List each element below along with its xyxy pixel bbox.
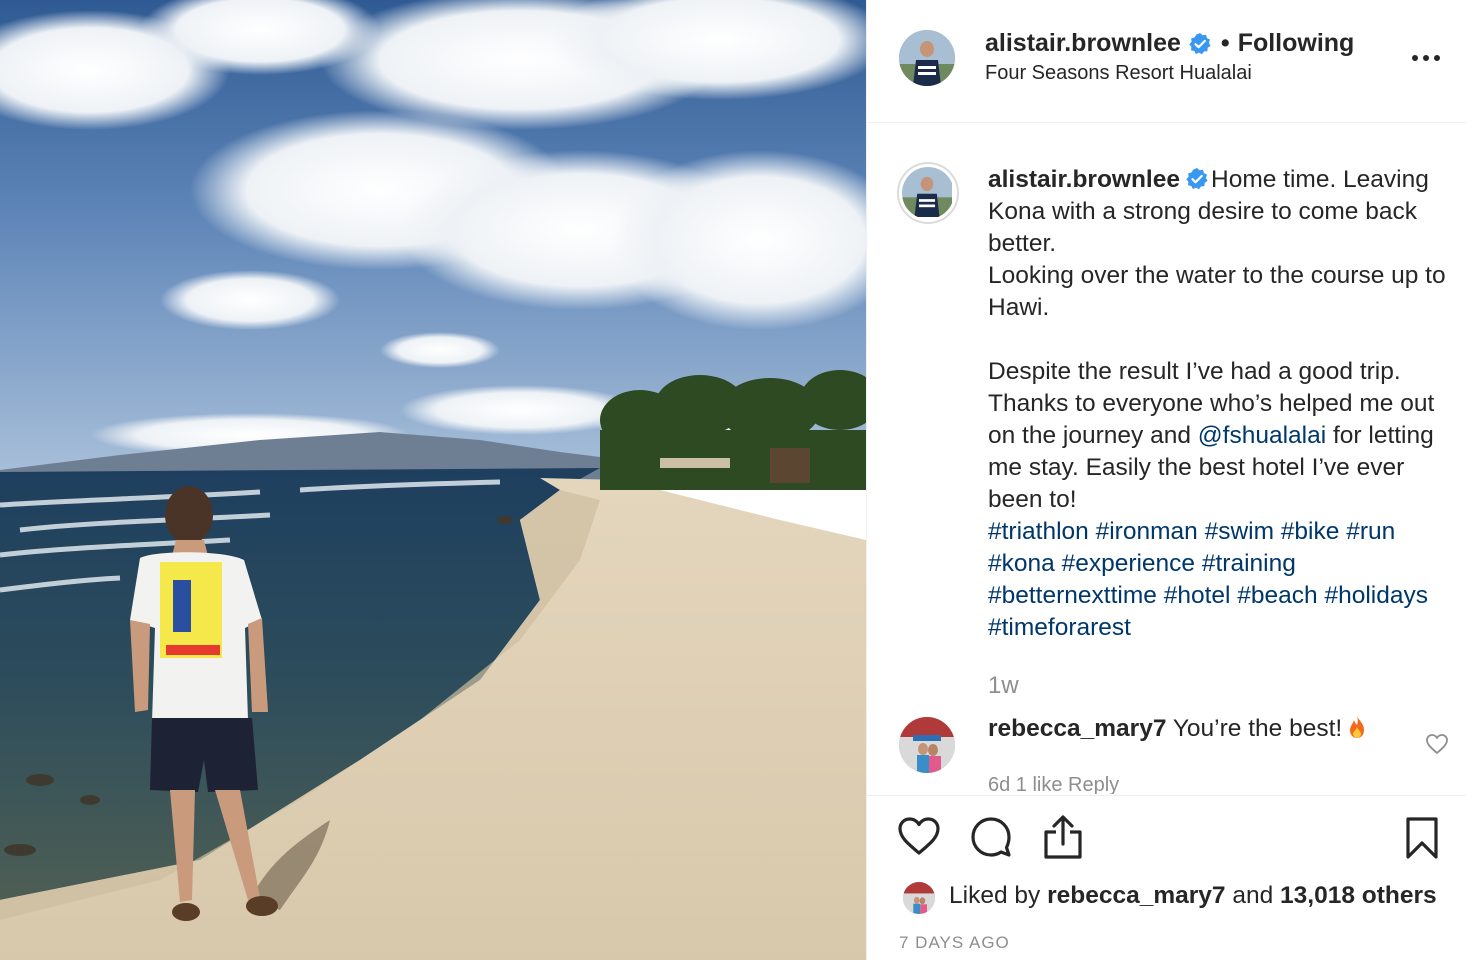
post-header: alistair.brownlee • Following Four Seaso… — [867, 0, 1466, 123]
hashtag-link[interactable]: #kona — [988, 550, 1055, 577]
comment-icon[interactable] — [970, 816, 1012, 858]
post-photo[interactable] — [0, 0, 866, 960]
likes-summary: Liked by rebecca_mary7 and 13,018 others — [949, 882, 1437, 910]
comment-like-heart-icon[interactable] — [1425, 733, 1449, 755]
bookmark-icon[interactable] — [1405, 816, 1439, 860]
commenter-avatar-image — [899, 717, 955, 773]
following-button[interactable]: Following — [1238, 29, 1355, 58]
liker-avatar[interactable] — [901, 880, 937, 916]
hashtag-link[interactable]: #betternexttime — [988, 582, 1157, 609]
comment-meta[interactable]: 6d 1 like Reply — [988, 774, 1119, 794]
hashtag-list: #triathlon #ironman #swim #bike #run #ko… — [988, 516, 1458, 644]
post-actions: Liked by rebecca_mary7 and 13,018 others… — [867, 795, 1466, 960]
header-username[interactable]: alistair.brownlee — [985, 29, 1181, 58]
share-icon[interactable] — [1043, 814, 1083, 860]
liker-avatar-image — [903, 882, 935, 914]
beach-photo-image — [0, 0, 866, 960]
caption-avatar-image — [902, 167, 952, 217]
likes-middle: and — [1232, 882, 1274, 909]
verified-badge-icon — [1189, 32, 1211, 54]
fire-icon — [1350, 716, 1365, 738]
post-caption: alistair.brownlee Home time. Leaving Kona… — [988, 164, 1458, 644]
verified-badge-icon — [1186, 168, 1208, 190]
hashtag-link[interactable]: #ironman — [1096, 518, 1198, 545]
hashtag-link[interactable]: #timeforarest — [988, 614, 1131, 641]
post-date[interactable]: 7 DAYS AGO — [899, 933, 1010, 953]
heart-icon[interactable] — [897, 816, 941, 856]
hashtag-link[interactable]: #hotel — [1164, 582, 1231, 609]
follow-separator: • — [1220, 29, 1230, 57]
caption-paragraph-1: alistair.brownlee Home time. Leaving Kona… — [988, 164, 1458, 260]
likes-count-link[interactable]: 13,018 others — [1280, 882, 1437, 909]
caption-username[interactable]: alistair.brownlee — [988, 166, 1180, 193]
author-avatar-image — [899, 30, 955, 86]
header-title-row: alistair.brownlee • Following — [985, 29, 1354, 58]
comments-section[interactable]: alistair.brownlee Home time. Leaving Kona… — [867, 124, 1466, 794]
likes-prefix: Liked by — [949, 882, 1041, 909]
mention-link[interactable]: @fshualalai — [1198, 422, 1326, 449]
caption-paragraph-2: Despite the result I’ve had a good trip.… — [988, 356, 1458, 516]
author-avatar[interactable] — [899, 30, 955, 86]
more-options-icon[interactable] — [1411, 52, 1441, 64]
caption-text-line2: Looking over the water to the course up … — [988, 262, 1446, 321]
comment-username[interactable]: rebecca_mary7 — [988, 715, 1166, 742]
hashtag-link[interactable]: #swim — [1205, 518, 1274, 545]
post-side-panel: alistair.brownlee • Following Four Seaso… — [866, 0, 1466, 960]
caption-author-avatar[interactable] — [897, 162, 959, 224]
hashtag-link[interactable]: #beach — [1237, 582, 1317, 609]
comment-text: You’re the best! — [1172, 715, 1343, 742]
hashtag-link[interactable]: #experience — [1062, 550, 1195, 577]
commenter-avatar[interactable] — [899, 717, 955, 773]
hashtag-link[interactable]: #holidays — [1324, 582, 1428, 609]
location-link[interactable]: Four Seasons Resort Hualalai — [985, 62, 1252, 85]
hashtag-link[interactable]: #training — [1202, 550, 1296, 577]
hashtag-link[interactable]: #bike — [1281, 518, 1340, 545]
hashtag-link[interactable]: #triathlon — [988, 518, 1089, 545]
caption-time-ago[interactable]: 1w — [988, 672, 1019, 700]
comment-row: rebecca_mary7 You’re the best! — [988, 715, 1368, 743]
likes-user-link[interactable]: rebecca_mary7 — [1047, 882, 1225, 909]
hashtag-link[interactable]: #run — [1346, 518, 1395, 545]
